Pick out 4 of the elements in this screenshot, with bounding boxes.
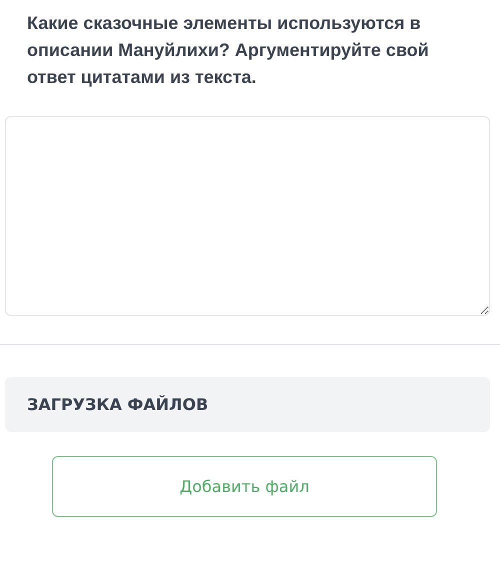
answer-box[interactable] xyxy=(5,116,490,316)
question-text: Какие сказочные элементы используются в описании Мануйлихи? Аргументируйте свой ответ цитатами из текста. xyxy=(26,12,430,89)
add-file-button[interactable]: Добавить файл xyxy=(52,456,437,517)
upload-title: ЗАГРУЗКА ФАЙЛОВ xyxy=(27,395,208,414)
